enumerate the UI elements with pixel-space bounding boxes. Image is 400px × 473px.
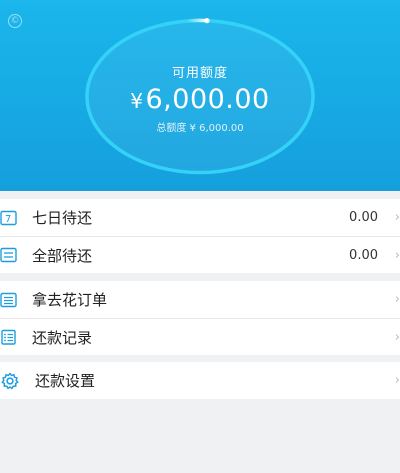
seven-day-due-row[interactable]: 7 七日待还 0.00 › (0, 199, 400, 236)
copyright-icon: © (8, 14, 22, 28)
due-section: 7 七日待还 0.00 › 全部待还 0.00 › (0, 199, 400, 273)
repay-records-row[interactable]: 还款记录 › (0, 318, 400, 355)
available-amount-value: 6,000.00 (145, 84, 270, 115)
seven-day-due-value: 0.00 (349, 210, 378, 225)
credit-ring: 可用额度 ¥6,000.00 总额度 ¥ 6,000.00 (83, 16, 317, 177)
order-list-icon (0, 292, 17, 307)
calendar-7-icon: 7 (0, 210, 17, 225)
record-icon (1, 329, 16, 345)
settings-section: 还款设置 › (0, 362, 400, 399)
total-credit-line: 总额度 ¥ 6,000.00 (156, 123, 244, 134)
repay-settings-label: 还款设置 (35, 372, 96, 390)
currency-symbol: ¥ (130, 89, 144, 113)
chevron-right-icon: › (394, 247, 400, 263)
available-credit-label: 可用额度 (171, 66, 228, 81)
chevron-right-icon: › (394, 210, 400, 225)
orders-label: 拿去花订单 (32, 291, 108, 309)
seven-day-due-label: 七日待还 (32, 209, 93, 227)
all-due-row[interactable]: 全部待还 0.00 › (0, 236, 400, 273)
repay-settings-row[interactable]: 还款设置 › (0, 362, 400, 399)
chevron-right-icon: › (394, 373, 400, 388)
gear-icon (1, 372, 19, 389)
all-due-value: 0.00 (349, 247, 378, 263)
chevron-right-icon: › (394, 329, 400, 345)
credit-header: © 可用额度 ¥6,000.00 总额度 ¥ 6,000.00 (0, 0, 400, 191)
repay-records-label: 还款记录 (32, 328, 93, 347)
list-icon (0, 247, 17, 263)
orders-section: 拿去花订单 › 还款记录 › (0, 281, 400, 355)
all-due-label: 全部待还 (32, 246, 93, 265)
chevron-right-icon: › (394, 292, 400, 307)
available-credit-amount: ¥6,000.00 (83, 84, 317, 115)
svg-text:7: 7 (5, 214, 11, 225)
orders-row[interactable]: 拿去花订单 › (0, 281, 400, 318)
